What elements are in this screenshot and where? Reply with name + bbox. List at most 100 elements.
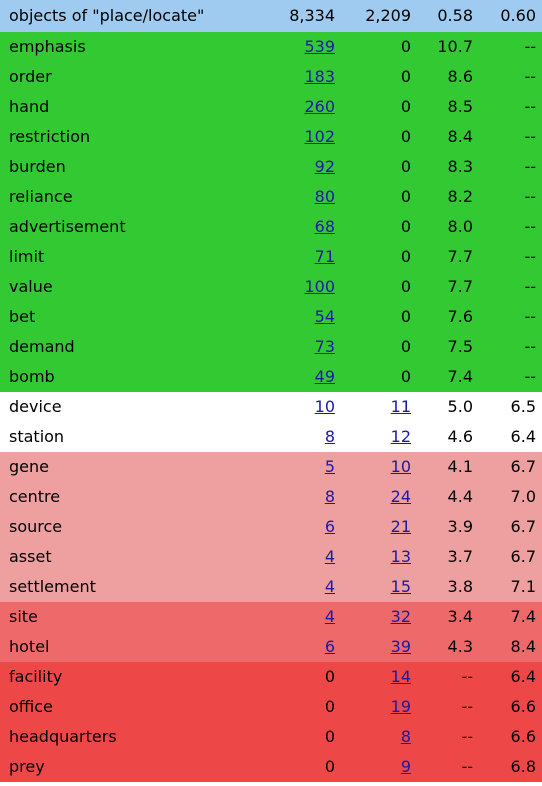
table-row: advertisement 68 0 8.0 -- (0, 212, 542, 242)
row-count-2-link[interactable]: 8 (401, 727, 411, 746)
row-ratio-1: 3.9 (447, 517, 473, 536)
table-row: facility 0 14 -- 6.4 (0, 662, 542, 692)
table-row: source 6 21 3.9 6.7 (0, 512, 542, 542)
row-count-1-link[interactable]: 183 (304, 67, 335, 86)
table-row: value 100 0 7.7 -- (0, 272, 542, 302)
table-row: bet 54 0 7.6 -- (0, 302, 542, 332)
row-count-2: 19 (341, 692, 417, 722)
row-ratio-1: 3.8 (447, 577, 473, 596)
row-count-1-link[interactable]: 6 (325, 517, 335, 536)
row-count-2-link[interactable]: 14 (391, 667, 411, 686)
row-count-1-link[interactable]: 539 (304, 37, 335, 56)
row-ratio-2: -- (524, 157, 536, 176)
row-count-2: 0 (400, 367, 411, 386)
row-count-1-link[interactable]: 80 (315, 187, 335, 206)
row-ratio-2: -- (524, 217, 536, 236)
row-word: burden (9, 157, 66, 176)
row-ratio-2: -- (524, 187, 536, 206)
row-count-1: 4 (236, 572, 341, 602)
row-count-1: 73 (236, 332, 341, 362)
row-count-1-link[interactable]: 8 (325, 427, 335, 446)
row-ratio-1: -- (461, 727, 473, 746)
row-count-1: 0 (324, 757, 335, 776)
row-count-1-link[interactable]: 5 (325, 457, 335, 476)
row-count-2-link[interactable]: 24 (391, 487, 411, 506)
row-ratio-1: 8.2 (447, 187, 473, 206)
row-count-1-link[interactable]: 73 (315, 337, 335, 356)
row-count-2-link[interactable]: 21 (391, 517, 411, 536)
row-count-1-link[interactable]: 6 (325, 637, 335, 656)
row-word: office (9, 697, 53, 716)
row-count-2: 0 (400, 277, 411, 296)
row-count-1: 5 (236, 452, 341, 482)
row-count-2-link[interactable]: 39 (391, 637, 411, 656)
row-count-1: 8 (236, 482, 341, 512)
row-count-2: 0 (400, 67, 411, 86)
row-count-2-link[interactable]: 13 (391, 547, 411, 566)
row-count-2-link[interactable]: 12 (391, 427, 411, 446)
row-ratio-2: -- (524, 367, 536, 386)
row-count-1-link[interactable]: 92 (315, 157, 335, 176)
table-row: hand 260 0 8.5 -- (0, 92, 542, 122)
row-ratio-1: 8.0 (447, 217, 473, 236)
row-count-2-link[interactable]: 32 (391, 607, 411, 626)
row-count-2-link[interactable]: 19 (391, 697, 411, 716)
row-word: hotel (9, 637, 50, 656)
row-count-1-link[interactable]: 100 (304, 277, 335, 296)
row-ratio-1: -- (461, 697, 473, 716)
row-count-1-link[interactable]: 71 (315, 247, 335, 266)
collocation-table: objects of "place/locate" 8,334 2,209 0.… (0, 0, 542, 782)
row-count-2: 21 (341, 512, 417, 542)
table-row: emphasis 539 0 10.7 -- (0, 32, 542, 62)
row-word: order (9, 67, 52, 86)
row-ratio-1: 8.3 (447, 157, 473, 176)
row-count-2: 0 (400, 187, 411, 206)
row-word: hand (9, 97, 50, 116)
row-ratio-1: 5.0 (447, 397, 473, 416)
row-ratio-1: 7.6 (447, 307, 473, 326)
row-ratio-1: 7.7 (447, 277, 473, 296)
row-ratio-2: 6.8 (510, 757, 536, 776)
table-row: hotel 6 39 4.3 8.4 (0, 632, 542, 662)
table-row: centre 8 24 4.4 7.0 (0, 482, 542, 512)
row-count-1-link[interactable]: 54 (315, 307, 335, 326)
row-count-1-link[interactable]: 10 (315, 397, 335, 416)
row-ratio-1: 7.4 (447, 367, 473, 386)
row-count-2: 13 (341, 542, 417, 572)
row-ratio-1: 3.7 (447, 547, 473, 566)
row-ratio-1: 8.6 (447, 67, 473, 86)
row-count-2-link[interactable]: 9 (401, 757, 411, 776)
row-count-2-link[interactable]: 11 (391, 397, 411, 416)
row-count-1: 49 (236, 362, 341, 392)
table-row: site 4 32 3.4 7.4 (0, 602, 542, 632)
row-count-1-link[interactable]: 8 (325, 487, 335, 506)
table-row: device 10 11 5.0 6.5 (0, 392, 542, 422)
row-word: restriction (9, 127, 91, 146)
row-count-1: 539 (236, 32, 341, 62)
row-ratio-2: -- (524, 247, 536, 266)
row-ratio-2: 7.1 (510, 577, 536, 596)
row-count-1-link[interactable]: 102 (304, 127, 335, 146)
row-count-1-link[interactable]: 260 (304, 97, 335, 116)
row-count-1-link[interactable]: 49 (315, 367, 335, 386)
row-count-2-link[interactable]: 15 (391, 577, 411, 596)
row-count-1-link[interactable]: 4 (325, 607, 335, 626)
row-ratio-2: -- (524, 67, 536, 86)
table-row: station 8 12 4.6 6.4 (0, 422, 542, 452)
row-ratio-2: 7.4 (510, 607, 536, 626)
row-ratio-1: 7.7 (447, 247, 473, 266)
row-count-2-link[interactable]: 10 (391, 457, 411, 476)
row-count-2: 15 (341, 572, 417, 602)
row-ratio-1: 8.5 (447, 97, 473, 116)
row-count-1-link[interactable]: 4 (325, 547, 335, 566)
row-ratio-2: 6.6 (510, 697, 536, 716)
row-ratio-1: 4.6 (447, 427, 473, 446)
row-count-1: 10 (236, 392, 341, 422)
row-count-2: 11 (341, 392, 417, 422)
row-count-1-link[interactable]: 68 (315, 217, 335, 236)
row-count-2: 8 (341, 722, 417, 752)
row-count-1-link[interactable]: 4 (325, 577, 335, 596)
row-word: headquarters (9, 727, 117, 746)
row-count-1: 0 (324, 727, 335, 746)
row-count-2: 39 (341, 632, 417, 662)
